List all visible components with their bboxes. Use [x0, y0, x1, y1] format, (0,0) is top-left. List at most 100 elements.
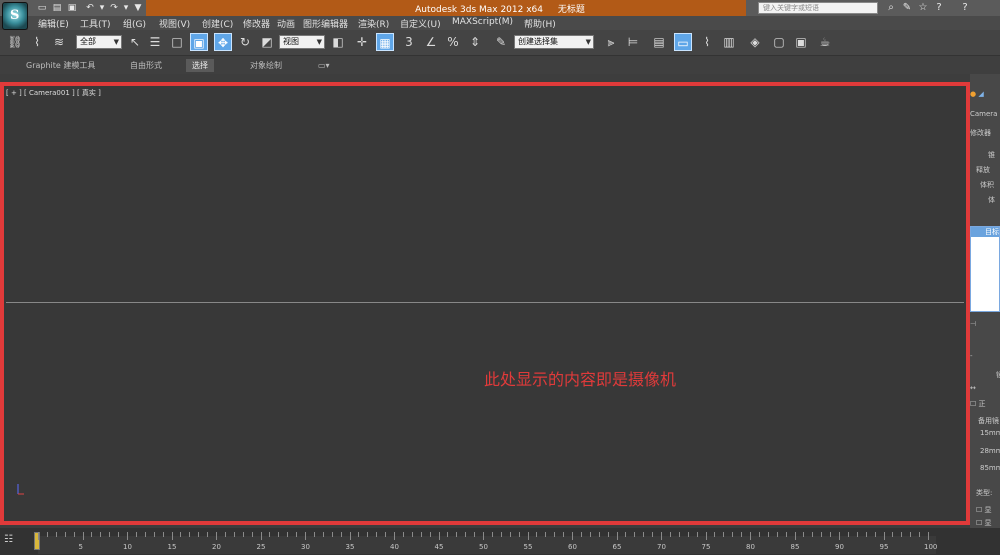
- spinner-snap-icon[interactable]: ⇕: [466, 33, 484, 51]
- tab-freeform[interactable]: 自由形式: [124, 59, 168, 72]
- app-logo[interactable]: S: [2, 2, 28, 30]
- timeline-tick: [785, 532, 787, 537]
- timeline-tick: [687, 532, 689, 537]
- menu-modifiers[interactable]: 修改器: [243, 17, 270, 30]
- lens-28mm-button[interactable]: 28mm: [970, 447, 1000, 455]
- timeline-tick-label: 70: [657, 543, 666, 551]
- render-production-icon[interactable]: ☕: [816, 33, 834, 51]
- stack-item-target[interactable]: 目标: [971, 227, 999, 237]
- keyboard-shortcut-override-icon[interactable]: ▦: [376, 33, 394, 51]
- pin-stack-icon[interactable]: ⊣: [970, 320, 1000, 328]
- fov-icon[interactable]: ↔: [970, 384, 1000, 392]
- unlink-icon[interactable]: ⌇: [28, 33, 46, 51]
- timeline-tick: [420, 532, 422, 537]
- material-editor-icon[interactable]: ◈: [746, 33, 764, 51]
- link-icon[interactable]: ⛓: [6, 33, 24, 51]
- show-cone-label: 显: [984, 506, 992, 514]
- quick-access-menu-icon[interactable]: ▼: [132, 2, 144, 14]
- timeline-tick: [207, 532, 209, 537]
- menu-tools[interactable]: 工具(T): [80, 17, 111, 30]
- timeline-tick-label: 95: [879, 543, 889, 551]
- mini-curve-editor-icon[interactable]: ☷: [4, 534, 13, 545]
- menu-edit[interactable]: 编辑(E): [38, 17, 69, 30]
- angle-snap-icon[interactable]: ∠: [422, 33, 440, 51]
- modifier-list-dropdown[interactable]: 修改器: [970, 128, 1000, 138]
- binoculars-icon[interactable]: ⌕: [884, 1, 898, 15]
- new-file-icon[interactable]: ▭: [36, 2, 48, 14]
- open-file-icon[interactable]: ▤: [51, 2, 63, 14]
- pivot-center-icon[interactable]: ◧: [329, 33, 347, 51]
- select-manipulate-icon[interactable]: ✛: [353, 33, 371, 51]
- timeline-tick: [758, 532, 760, 537]
- bind-spacewarp-icon[interactable]: ≋: [50, 33, 68, 51]
- select-and-rotate-icon[interactable]: ↻: [236, 33, 254, 51]
- camera-viewport[interactable]: [0, 82, 970, 525]
- tab-selection[interactable]: 选择: [186, 59, 214, 72]
- orthographic-checkbox[interactable]: ☐ 正: [970, 399, 1000, 409]
- save-icon[interactable]: ▣: [66, 2, 78, 14]
- tab-graphite-modeling[interactable]: Graphite 建模工具: [20, 59, 101, 72]
- lens-85mm-button[interactable]: 85mm: [970, 464, 1000, 472]
- show-horizon-checkbox[interactable]: ☐ 显: [970, 518, 1000, 528]
- cp-row-1[interactable]: 锥: [970, 150, 1000, 160]
- help-circle-icon[interactable]: ?: [932, 1, 946, 15]
- rect-selection-region-icon[interactable]: □: [168, 33, 186, 51]
- show-cone-checkbox[interactable]: ☐ 显: [970, 505, 1000, 515]
- snaps-toggle-icon[interactable]: 3: [400, 33, 418, 51]
- reference-coord-dropdown[interactable]: 视图 ▼: [279, 35, 325, 49]
- star-icon[interactable]: ☆: [916, 1, 930, 15]
- timeline-tick: [741, 532, 743, 537]
- select-by-name-icon[interactable]: ☰: [146, 33, 164, 51]
- object-name-field[interactable]: Camera: [970, 110, 1000, 118]
- menu-create[interactable]: 创建(C): [202, 17, 233, 30]
- menu-rendering[interactable]: 渲染(R): [358, 17, 389, 30]
- ribbon-options-icon[interactable]: ▭▾: [312, 59, 336, 72]
- timeline-tick: [589, 532, 591, 537]
- align-icon[interactable]: ⊨: [624, 33, 642, 51]
- timeline-tick: [580, 532, 582, 537]
- select-object-icon[interactable]: ↖: [126, 33, 144, 51]
- time-slider-handle[interactable]: [34, 532, 40, 550]
- cp-row-2[interactable]: 释放: [970, 165, 1000, 175]
- timeline-tick: [910, 532, 912, 537]
- menu-graph-editors[interactable]: 图形编辑器: [303, 17, 348, 30]
- named-selection-dropdown[interactable]: 创建选择集 ▼: [514, 35, 594, 49]
- menu-maxscript[interactable]: MAXScript(M): [452, 17, 513, 27]
- tab-object-paint[interactable]: 对象绘制: [244, 59, 288, 72]
- search-input[interactable]: 键入关键字或短语: [758, 2, 878, 14]
- select-and-scale-icon[interactable]: ◩: [258, 33, 276, 51]
- undo-icon[interactable]: ↶: [84, 2, 96, 14]
- render-setup-icon[interactable]: ▢: [770, 33, 788, 51]
- redo-icon[interactable]: ↷: [108, 2, 120, 14]
- menu-views[interactable]: 视图(V): [159, 17, 190, 30]
- mirror-icon[interactable]: ⫸: [602, 33, 620, 51]
- select-and-move-icon[interactable]: ✥: [214, 33, 232, 51]
- modifier-stack-list[interactable]: 目标: [970, 226, 1000, 312]
- cp-row-4[interactable]: 体: [970, 195, 1000, 205]
- edit-named-selection-icon[interactable]: ✎: [492, 33, 510, 51]
- rendered-frame-icon[interactable]: ▣: [792, 33, 810, 51]
- menu-group[interactable]: 组(G): [123, 17, 146, 30]
- timeline-tick: [491, 532, 493, 537]
- selection-filter-dropdown[interactable]: 全部 ▼: [76, 35, 122, 49]
- timeline-tick: [447, 532, 449, 537]
- lens-15mm-button[interactable]: 15mm: [970, 429, 1000, 437]
- undo-dropdown-icon[interactable]: ▾: [96, 2, 108, 14]
- create-tab-icon[interactable]: ● ◢: [970, 90, 1000, 104]
- percent-snap-icon[interactable]: %: [444, 33, 462, 51]
- graphite-ribbon-icon[interactable]: ▭: [674, 33, 692, 51]
- help-icon[interactable]: ?: [958, 1, 972, 15]
- parameters-rollout-header[interactable]: -: [970, 352, 1000, 360]
- window-crossing-icon[interactable]: ▣: [190, 33, 208, 51]
- redo-dropdown-icon[interactable]: ▾: [120, 2, 132, 14]
- viewport-label[interactable]: [ + ] [ Camera001 ] [ 真实 ]: [6, 88, 101, 98]
- cp-row-3[interactable]: 体积: [970, 180, 1000, 190]
- curve-editor-icon[interactable]: ⌇: [698, 33, 716, 51]
- menu-help[interactable]: 帮助(H): [524, 17, 556, 30]
- layer-manager-icon[interactable]: ▤: [650, 33, 668, 51]
- timeline-tick: [723, 532, 725, 537]
- menu-animation[interactable]: 动画: [277, 17, 295, 30]
- tools-icon[interactable]: ✎: [900, 1, 914, 15]
- schematic-view-icon[interactable]: ▥: [720, 33, 738, 51]
- menu-customize[interactable]: 自定义(U): [400, 17, 441, 30]
